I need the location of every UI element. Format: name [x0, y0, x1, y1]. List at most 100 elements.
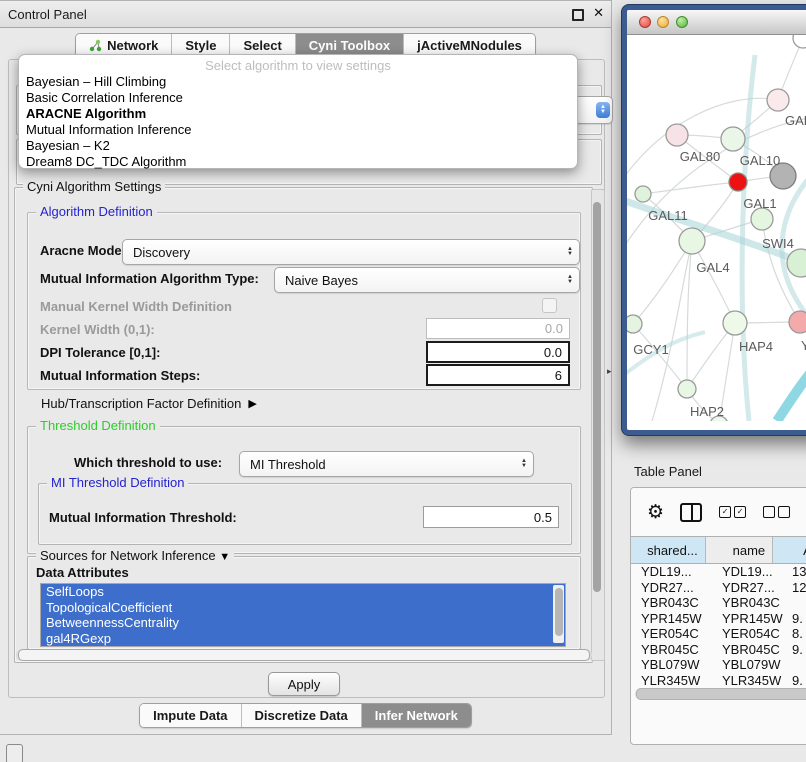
network-canvas[interactable]: GAL GAL80 GAL10 GAL1 SWI4 GAL11 GAL4 GCY…: [627, 35, 806, 421]
settings-scrollbar[interactable]: [591, 189, 605, 661]
splitter-arrow-icon[interactable]: ▸: [607, 366, 612, 377]
dropdown-placeholder: Select algorithm to view settings: [19, 57, 577, 74]
threshold-definition-title: Threshold Definition: [36, 418, 160, 433]
algorithm-option[interactable]: Basic Correlation Inference: [19, 90, 577, 106]
table-body: YDL19...YDL19...13 YDR27...YDR27...12 YB…: [631, 564, 806, 686]
desktop: Control Panel ✕ Network Style: [0, 0, 806, 762]
node-hap2: [678, 380, 696, 398]
settings-hscrollbar[interactable]: [16, 649, 592, 661]
data-attributes-list: SelfLoops TopologicalCoefficient Between…: [40, 583, 566, 647]
table-row[interactable]: YLR345WYLR345W9.: [631, 673, 806, 687]
table-row[interactable]: YER054CYER054C8.: [631, 626, 806, 642]
network-labels: GAL GAL80 GAL10 GAL1 SWI4 GAL11 GAL4 GCY…: [633, 113, 806, 419]
column-header-shared-name[interactable]: shared...: [631, 537, 706, 563]
table-row[interactable]: YDL19...YDL19...13: [631, 564, 806, 580]
algorithm-option[interactable]: Dream8 DC_TDC Algorithm: [19, 154, 577, 170]
tab-impute-data[interactable]: Impute Data: [140, 704, 240, 727]
table-panel: ⚙ ✓ ✓ shared... name A YDL19...YDL19...1…: [630, 487, 806, 745]
list-scrollbar[interactable]: [553, 585, 564, 643]
float-window-icon[interactable]: [572, 9, 584, 21]
manual-kernel-checkbox: [542, 298, 557, 313]
algorithm-option[interactable]: Mutual Information Inference: [19, 122, 577, 138]
mi-steps-input[interactable]: [426, 364, 570, 386]
table-header: shared... name A: [631, 536, 806, 564]
kernel-width-input: [426, 318, 570, 339]
close-icon[interactable]: ✕: [593, 5, 604, 21]
dpi-tolerance-input[interactable]: [426, 341, 570, 363]
table-panel-title: Table Panel: [634, 464, 702, 479]
select-all-checkboxes-icon[interactable]: ✓ ✓: [719, 506, 746, 518]
column-header-name[interactable]: name: [706, 537, 773, 563]
bottom-tab-bar: Impute Data Discretize Data Infer Networ…: [0, 703, 611, 728]
node-label: HAP2: [690, 404, 724, 419]
node-hap4: [723, 311, 747, 335]
dropdown-arrows-icon: ▲▼: [521, 459, 527, 469]
node-swi4: [751, 208, 773, 230]
table-toolbar: ⚙ ✓ ✓: [631, 488, 806, 536]
node-salmon: [789, 311, 806, 333]
close-traffic-light-icon[interactable]: [639, 16, 651, 28]
table-row[interactable]: YBL079WYBL079W: [631, 657, 806, 673]
gear-icon[interactable]: ⚙: [647, 501, 664, 524]
node-label: GAL11: [648, 208, 688, 223]
node-label: GAL10: [740, 153, 780, 168]
table-row[interactable]: YDR27...YDR27...12: [631, 580, 806, 596]
aracne-mode-label: Aracne Mode:: [40, 243, 126, 258]
mi-type-combo[interactable]: Naive Bayes ▲▼: [274, 267, 580, 293]
node-label: SWI4: [762, 236, 794, 251]
data-attributes-label: Data Attributes: [36, 565, 129, 580]
aracne-mode-combo[interactable]: Discovery ▲▼: [122, 239, 580, 265]
cyni-algorithm-settings-group: Cyni Algorithm Settings Algorithm Defini…: [14, 187, 593, 663]
algorithm-option[interactable]: Bayesian – Hill Climbing: [19, 74, 577, 90]
node-label: GAL: [785, 113, 806, 128]
tab-infer-network[interactable]: Infer Network: [361, 704, 471, 727]
table-hscrollbar-thumb[interactable]: [636, 688, 806, 700]
which-threshold-combo[interactable]: MI Threshold ▲▼: [239, 451, 534, 477]
hub-definition-toggle[interactable]: Hub/Transcription Factor Definition ▶: [41, 396, 257, 411]
collapsed-panel-button[interactable]: [6, 744, 23, 762]
kernel-width-label: Kernel Width (0,1):: [40, 322, 155, 337]
algorithm-option-selected[interactable]: ARACNE Algorithm: [19, 106, 577, 122]
node-label: HAP4: [739, 339, 773, 354]
node-label: GCY1: [633, 342, 668, 357]
deselect-all-checkboxes-icon[interactable]: [763, 506, 790, 518]
table-row[interactable]: YBR045CYBR045C9.: [631, 642, 806, 658]
mi-threshold-input[interactable]: [423, 506, 559, 528]
tab-discretize-data[interactable]: Discretize Data: [241, 704, 361, 727]
dpi-tolerance-label: DPI Tolerance [0,1]:: [40, 345, 160, 360]
table-row[interactable]: YPR145WYPR145W9.: [631, 611, 806, 627]
node-gal11: [635, 186, 651, 202]
table-row[interactable]: YBR043CYBR043C: [631, 595, 806, 611]
algorithm-definition-group: Algorithm Definition Aracne Mode: Discov…: [27, 212, 581, 390]
attribute-item[interactable]: gal4RGexp: [41, 631, 565, 647]
threshold-definition-group: Threshold Definition Which threshold to …: [27, 426, 581, 554]
network-window-titlebar: [627, 10, 806, 35]
dropdown-arrows-icon: ▲▼: [567, 247, 573, 257]
apply-button[interactable]: Apply: [268, 672, 340, 696]
network-nodes[interactable]: [627, 35, 806, 421]
columns-icon[interactable]: [680, 503, 702, 522]
expand-down-icon[interactable]: ▼: [219, 551, 230, 563]
mi-type-label: Mutual Information Algorithm Type:: [40, 271, 259, 286]
list-scrollbar-thumb[interactable]: [555, 588, 563, 636]
collapse-right-icon: ▶: [248, 397, 256, 410]
zoom-traffic-light-icon[interactable]: [676, 16, 688, 28]
column-header-clipped[interactable]: A: [773, 537, 806, 563]
mi-steps-label: Mutual Information Steps:: [40, 368, 200, 383]
settings-hscrollbar-thumb[interactable]: [18, 649, 590, 661]
table-hscrollbar[interactable]: [635, 688, 806, 700]
node: [793, 35, 806, 48]
algorithm-dropdown-list: Select algorithm to view settings Bayesi…: [18, 54, 578, 169]
network-view-window: GAL GAL80 GAL10 GAL1 SWI4 GAL11 GAL4 GCY…: [622, 5, 806, 435]
settings-group-title: Cyni Algorithm Settings: [23, 179, 165, 194]
attribute-item[interactable]: SelfLoops: [41, 584, 565, 600]
minimize-traffic-light-icon[interactable]: [657, 16, 669, 28]
node: [787, 249, 806, 277]
algorithm-option[interactable]: Bayesian – K2: [19, 138, 577, 154]
window-title: Control Panel: [8, 7, 87, 22]
control-panel-window: Control Panel ✕ Network Style: [0, 0, 612, 735]
attribute-item[interactable]: TopologicalCoefficient: [41, 600, 565, 616]
settings-scrollbar-thumb[interactable]: [593, 202, 601, 592]
node-gcy1: [627, 315, 642, 333]
attribute-item[interactable]: BetweennessCentrality: [41, 615, 565, 631]
